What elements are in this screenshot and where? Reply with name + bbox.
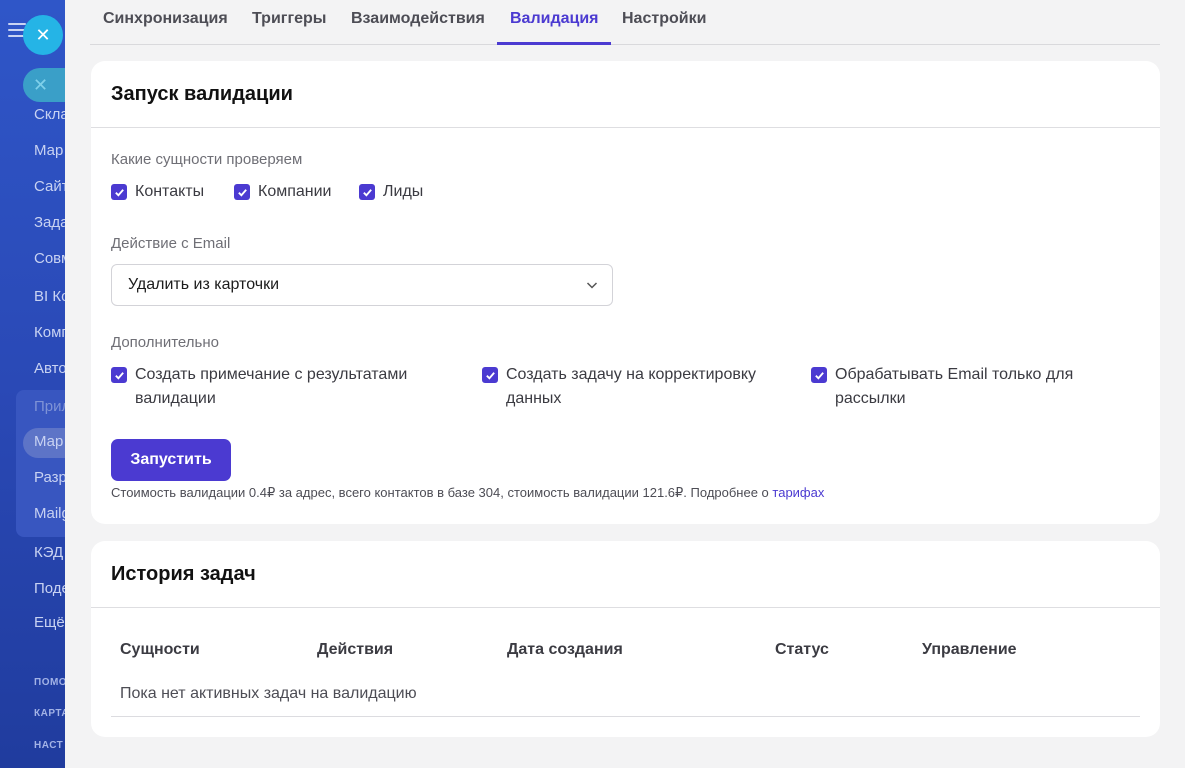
sidebar-item-5[interactable]: BI Ко [34,288,66,305]
sidebar: ✕ Скла Мар Сайт Зада Совм BI Ко Комп Авт… [0,0,66,768]
divider [91,127,1160,128]
checkbox-create-note[interactable]: Создать примечание с результатами валида… [111,363,421,411]
checkbox-label: Лиды [383,183,424,200]
sidebar-footer-0[interactable]: ПОМО [34,677,66,688]
sidebar-item-6[interactable]: Комп [34,324,66,341]
column-header: Статус [775,641,829,658]
column-header: Дата создания [507,641,623,658]
sidebar-item-8: Прил [34,398,66,415]
checkbox-label: Компании [258,183,332,200]
divider [111,716,1140,717]
sidebar-item-0[interactable]: Скла [34,106,66,123]
settings-panel: Синхронизация Триггеры Взаимодействия Ва… [65,0,1185,768]
empty-state-text: Пока нет активных задач на валидацию [120,685,417,702]
entities-label: Какие сущности проверяем [111,151,303,168]
column-header: Действия [317,641,394,658]
sidebar-item-14[interactable]: Ещё [34,614,65,631]
select-value: Удалить из карточки [128,276,280,293]
email-action-select[interactable]: Удалить из карточки [111,264,613,306]
sidebar-footer-2[interactable]: НАСТ [34,740,63,751]
sidebar-item-11[interactable]: Mailg [34,505,66,522]
active-tab-indicator [497,42,611,45]
checkbox-mailing-only[interactable]: Обрабатывать Email только для рассылки [811,363,1101,411]
checkbox-checked-icon[interactable] [482,367,498,383]
email-action-label: Действие с Email [111,235,231,252]
tab-settings[interactable]: Настройки [622,10,706,28]
sidebar-item-3[interactable]: Зада [34,214,66,231]
checkbox-contacts[interactable]: Контакты [111,180,204,204]
sidebar-item-1[interactable]: Мар [34,142,63,159]
run-validation-button[interactable]: Запустить [111,439,231,481]
checkbox-create-task[interactable]: Создать задачу на корректировку данных [482,363,782,411]
sidebar-item-4[interactable]: Совм [34,250,66,267]
checkbox-checked-icon[interactable] [811,367,827,383]
checkbox-label: Контакты [135,183,205,200]
sidebar-item-13[interactable]: Поде [34,580,66,597]
checkbox-checked-icon[interactable] [111,184,127,200]
tab-sync[interactable]: Синхронизация [103,10,228,28]
sidebar-item-7[interactable]: Авто [34,360,66,377]
column-header: Сущности [120,641,200,658]
tab-bar: Синхронизация Триггеры Взаимодействия Ва… [90,0,1160,45]
validation-title: Запуск валидации [111,83,293,105]
close-icon[interactable]: ✕ [23,15,63,55]
tab-interactions[interactable]: Взаимодействия [351,10,485,28]
tab-validation[interactable]: Валидация [510,10,599,28]
column-header: Управление [922,641,1017,658]
divider [91,607,1160,608]
checkbox-checked-icon[interactable] [234,184,250,200]
tab-triggers[interactable]: Триггеры [252,10,326,28]
checkbox-leads[interactable]: Лиды [359,180,423,204]
sidebar-item-9[interactable]: Мар [34,433,63,450]
sidebar-item-2[interactable]: Сайт [34,178,66,195]
checkbox-label: Обрабатывать Email только для рассылки [835,366,1074,407]
tariffs-link[interactable]: тарифах [772,485,824,500]
history-title: История задач [111,563,256,585]
extra-label: Дополнительно [111,334,219,351]
sidebar-item-12[interactable]: КЭД [34,544,63,561]
checkbox-checked-icon[interactable] [359,184,375,200]
sidebar-footer-1[interactable]: КАРТА [34,708,66,719]
validation-card: Запуск валидации Какие сущности проверяе… [91,61,1160,524]
checkbox-companies[interactable]: Компании [234,180,332,204]
cost-info: Стоимость валидации 0.4₽ за адрес, всего… [111,485,824,501]
checkbox-label: Создать задачу на корректировку данных [506,366,757,407]
checkbox-checked-icon[interactable] [111,367,127,383]
sidebar-close-icon[interactable]: ✕ [23,68,66,102]
history-card: История задач Сущности Действия Дата соз… [91,541,1160,737]
checkbox-label: Создать примечание с результатами валида… [135,366,408,407]
sidebar-item-10[interactable]: Разр [34,469,66,486]
cost-text: Стоимость валидации 0.4₽ за адрес, всего… [111,485,773,500]
chevron-down-icon [586,282,598,289]
